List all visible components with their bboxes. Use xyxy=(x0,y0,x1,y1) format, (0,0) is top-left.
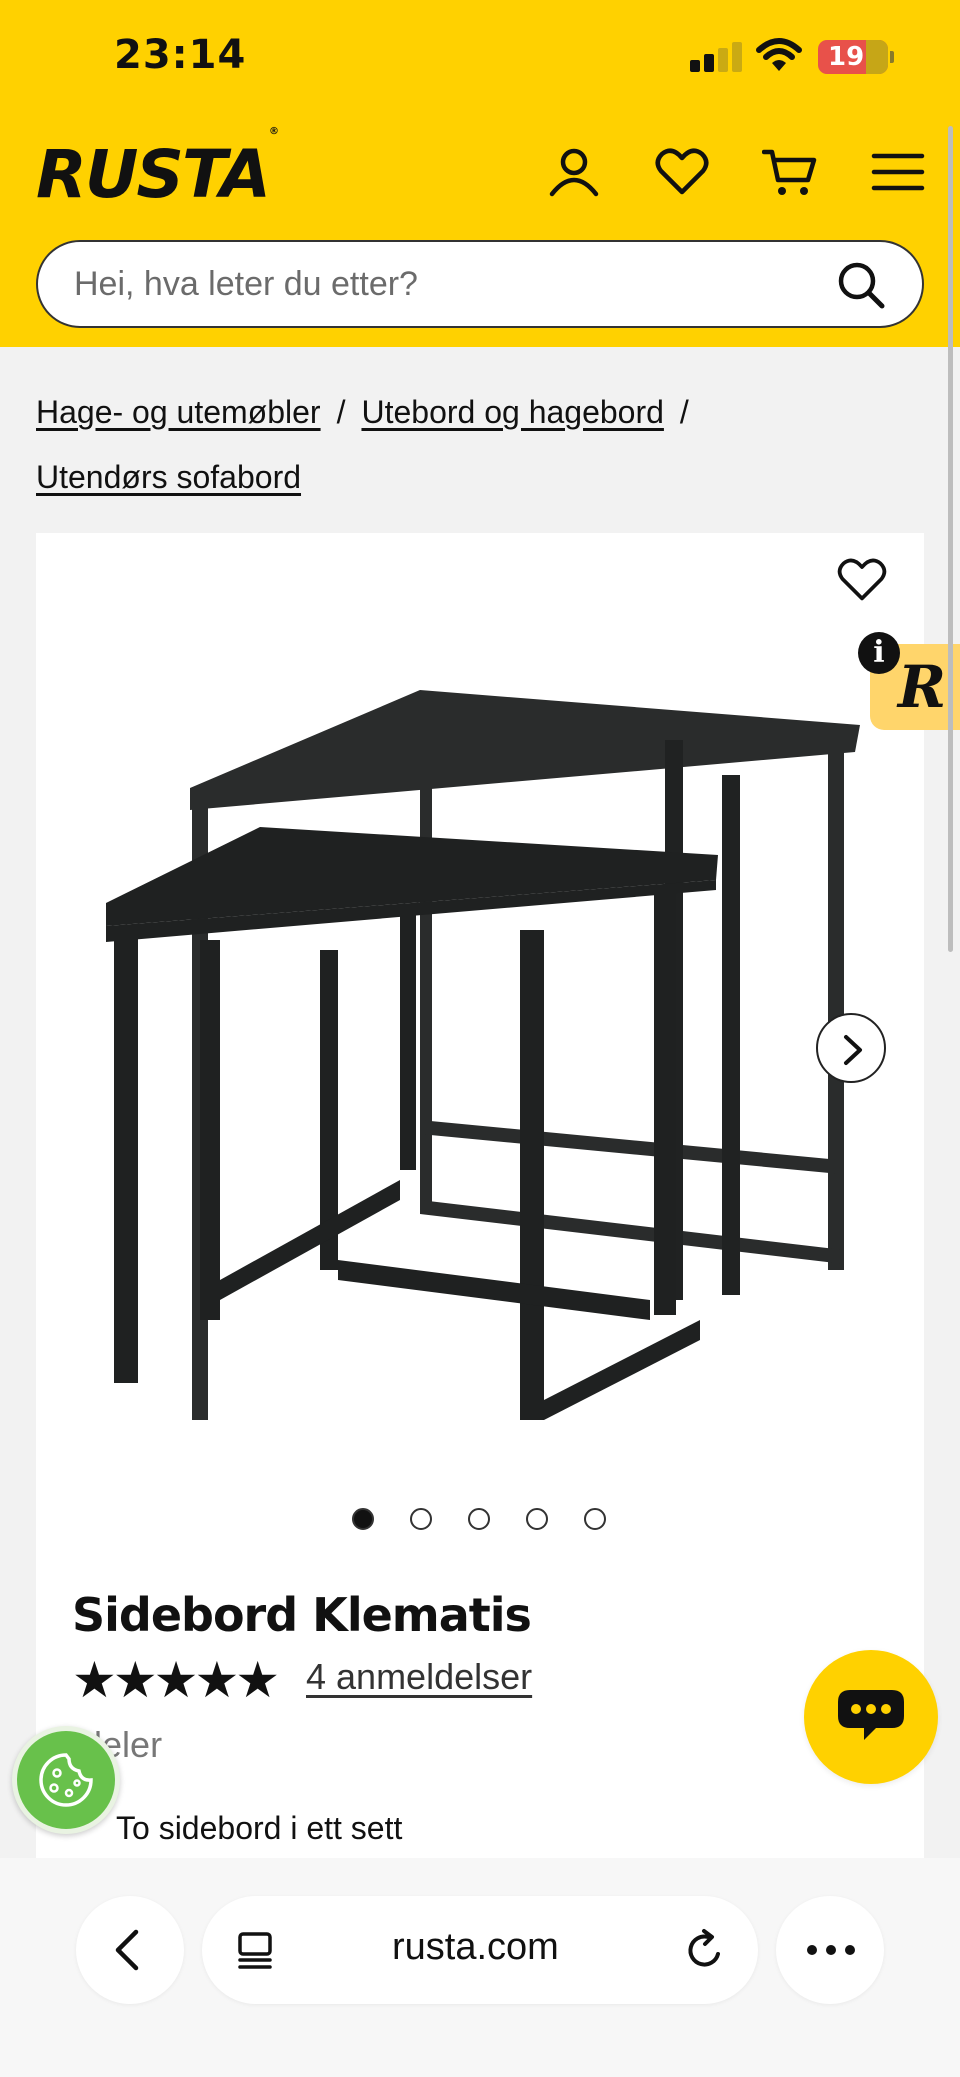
info-icon[interactable]: i xyxy=(858,632,900,674)
tabs-icon[interactable] xyxy=(236,1930,276,1970)
more-icon xyxy=(807,1945,855,1955)
address-bar[interactable]: rusta.com xyxy=(202,1896,758,2004)
battery-icon: 19 xyxy=(818,40,894,74)
chevron-right-icon xyxy=(844,1035,862,1065)
cart-icon[interactable] xyxy=(762,144,818,200)
gallery-dot[interactable] xyxy=(352,1508,374,1530)
breadcrumb-separator: / xyxy=(679,394,689,430)
chat-icon xyxy=(838,1690,904,1740)
breadcrumb-item-utebord[interactable]: Utebord og hagebord xyxy=(361,394,663,430)
gallery-next-button[interactable] xyxy=(816,1013,886,1083)
browser-toolbar: rusta.com xyxy=(0,1858,960,2077)
breadcrumb-item-sofabord[interactable]: Utendørs sofabord xyxy=(36,459,301,495)
rating-stars: ★★★★★ xyxy=(72,1651,280,1709)
menu-icon[interactable] xyxy=(870,144,926,200)
gallery-dot[interactable] xyxy=(584,1508,606,1530)
status-time: 23:14 xyxy=(114,32,247,78)
gallery-dot[interactable] xyxy=(468,1508,490,1530)
url-text: rusta.com xyxy=(392,1926,559,1968)
signal-icon xyxy=(690,42,742,72)
back-button[interactable] xyxy=(76,1896,184,2004)
reload-icon[interactable] xyxy=(684,1928,726,1972)
chevron-left-icon xyxy=(115,1929,139,1971)
breadcrumb: Hage- og utemøbler / Utebord og hagebord / … xyxy=(36,380,916,510)
breadcrumb-item-hage[interactable]: Hage- og utemøbler xyxy=(36,394,321,430)
scrollbar[interactable] xyxy=(948,126,953,952)
gallery-dot[interactable] xyxy=(526,1508,548,1530)
search-icon[interactable] xyxy=(836,260,886,310)
feature-bullet: To sidebord i ett sett xyxy=(76,1808,402,1847)
more-button[interactable] xyxy=(776,1896,884,2004)
product-title: Sidebord Klematis xyxy=(72,1588,532,1642)
search-input[interactable] xyxy=(74,242,834,326)
gallery-dot[interactable] xyxy=(410,1508,432,1530)
favorite-heart-icon[interactable] xyxy=(836,556,888,604)
reviews-link[interactable]: 4 anmeldelser xyxy=(306,1656,532,1698)
heart-icon[interactable] xyxy=(654,144,710,200)
cookie-icon xyxy=(39,1753,93,1807)
account-icon[interactable] xyxy=(546,144,602,200)
search-bar[interactable] xyxy=(36,240,924,328)
chat-button[interactable] xyxy=(804,1650,938,1784)
wifi-icon xyxy=(756,38,802,71)
cookie-settings-button[interactable] xyxy=(12,1726,120,1834)
breadcrumb-separator: / xyxy=(336,394,346,430)
product-image[interactable] xyxy=(90,680,880,1420)
header: 23:14 19 RUSTA® xyxy=(0,0,960,347)
rusta-logo[interactable]: RUSTA® xyxy=(36,126,279,213)
